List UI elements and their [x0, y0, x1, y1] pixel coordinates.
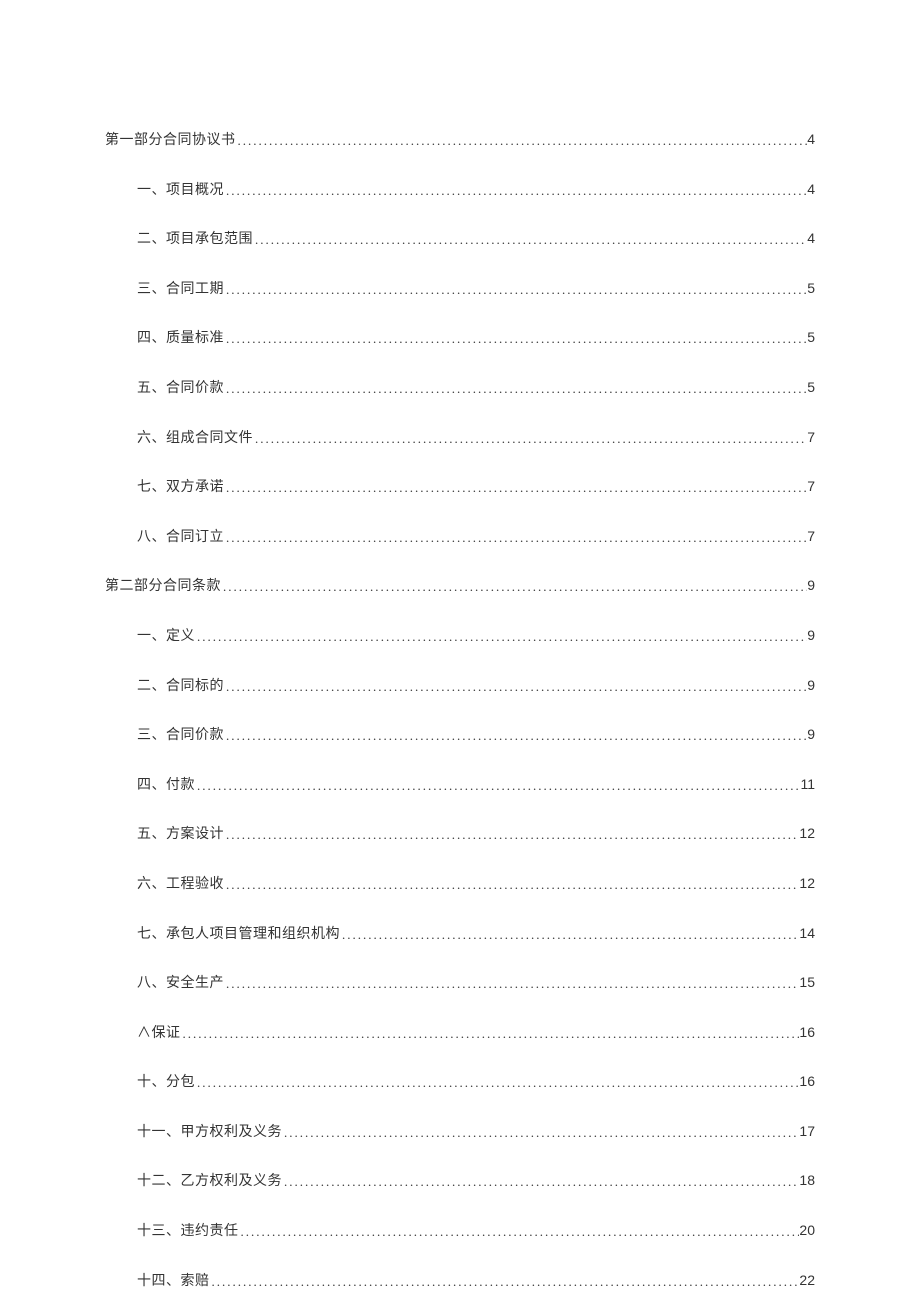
toc-leader-dots [224, 182, 807, 200]
toc-entry-page: 4 [807, 130, 815, 150]
toc-entry: 四、质量标准 5 [137, 328, 815, 349]
toc-leader-dots [224, 281, 807, 299]
toc-entry-label: 七、双方承诺 [137, 478, 224, 498]
toc-entry: 十三、违约责任 20 [137, 1221, 815, 1242]
toc-leader-dots [224, 529, 807, 547]
toc-entry-label: 六、工程验收 [137, 875, 224, 895]
toc-entry: 十四、索赔 22 [137, 1271, 815, 1292]
toc-entry: 八、安全生产 15 [137, 973, 815, 994]
toc-entry-label: 十二、乙方权利及义务 [137, 1172, 282, 1192]
toc-entry-label: 十三、违约责任 [137, 1222, 239, 1242]
toc-entry-page: 12 [799, 824, 815, 844]
toc-leader-dots [195, 628, 807, 646]
toc-leader-dots [224, 330, 807, 348]
toc-entry: 五、方案设计 12 [137, 824, 815, 845]
toc-entry-label: 二、项目承包范围 [137, 230, 253, 250]
table-of-contents: 第一部分合同协议书 4 一、项目概况 4 二、项目承包范围 4 三、合同工期 5 四、质量标准 5… [105, 130, 815, 1291]
toc-entry-label: 十四、索赔 [137, 1272, 210, 1292]
toc-entry-page: 16 [799, 1072, 815, 1092]
toc-entry: 第一部分合同协议书 4 [105, 130, 815, 151]
toc-entry-page: 12 [799, 874, 815, 894]
toc-entry-page: 5 [807, 378, 815, 398]
toc-entry: 四、付款 11 [137, 775, 815, 796]
toc-entry: 六、工程验收 12 [137, 874, 815, 895]
toc-entry-label: 七、承包人项目管理和组织机构 [137, 925, 340, 945]
toc-entry-page: 17 [799, 1122, 815, 1142]
toc-entry-page: 9 [807, 676, 815, 696]
toc-entry: ∧保证 16 [137, 1023, 815, 1044]
toc-leader-dots [224, 479, 807, 497]
toc-entry: 五、合同价款 5 [137, 378, 815, 399]
toc-entry-label: 一、定义 [137, 627, 195, 647]
toc-entry-page: 14 [799, 924, 815, 944]
toc-leader-dots [224, 876, 799, 894]
toc-entry-page: 4 [807, 229, 815, 249]
toc-entry: 三、合同工期 5 [137, 279, 815, 300]
toc-entry-page: 9 [807, 626, 815, 646]
toc-entry-page: 7 [807, 527, 815, 547]
toc-entry-page: 11 [800, 775, 815, 795]
toc-entry: 七、双方承诺 7 [137, 477, 815, 498]
toc-leader-dots [282, 1173, 799, 1191]
toc-entry-label: 第一部分合同协议书 [105, 131, 236, 151]
toc-leader-dots [210, 1273, 800, 1291]
toc-entry: 十一、甲方权利及义务 17 [137, 1122, 815, 1143]
toc-entry-label: 六、组成合同文件 [137, 429, 253, 449]
toc-entry-page: 22 [799, 1271, 815, 1291]
toc-leader-dots [224, 727, 807, 745]
toc-entry: 六、组成合同文件 7 [137, 428, 815, 449]
toc-entry-label: 四、付款 [137, 776, 195, 796]
toc-entry: 三、合同价款 9 [137, 725, 815, 746]
toc-entry: 十二、乙方权利及义务 18 [137, 1171, 815, 1192]
toc-leader-dots [253, 430, 807, 448]
toc-entry-label: 二、合同标的 [137, 677, 224, 697]
toc-entry-page: 20 [799, 1221, 815, 1241]
toc-entry-page: 7 [807, 477, 815, 497]
toc-entry: 十、分包 16 [137, 1072, 815, 1093]
toc-entry: 一、项目概况 4 [137, 180, 815, 201]
toc-leader-dots [224, 380, 807, 398]
toc-entry-page: 5 [807, 328, 815, 348]
toc-entry: 二、项目承包范围 4 [137, 229, 815, 250]
toc-entry-label: 五、合同价款 [137, 379, 224, 399]
toc-leader-dots [236, 132, 808, 150]
toc-entry-label: 八、安全生产 [137, 974, 224, 994]
toc-leader-dots [221, 578, 807, 596]
toc-entry-page: 15 [799, 973, 815, 993]
toc-leader-dots [195, 777, 800, 795]
toc-entry-label: 十、分包 [137, 1073, 195, 1093]
toc-entry-label: 第二部分合同条款 [105, 577, 221, 597]
toc-leader-dots [224, 678, 807, 696]
toc-entry: 一、定义 9 [137, 626, 815, 647]
toc-entry-page: 16 [799, 1023, 815, 1043]
toc-entry-label: 一、项目概况 [137, 181, 224, 201]
toc-entry-label: ∧保证 [137, 1024, 181, 1044]
toc-leader-dots [282, 1124, 799, 1142]
toc-entry-page: 5 [807, 279, 815, 299]
toc-entry-label: 十一、甲方权利及义务 [137, 1123, 282, 1143]
toc-leader-dots [239, 1223, 800, 1241]
toc-entry: 八、合同订立 7 [137, 527, 815, 548]
toc-entry-label: 三、合同价款 [137, 726, 224, 746]
toc-entry-page: 4 [807, 180, 815, 200]
toc-leader-dots [224, 975, 799, 993]
toc-leader-dots [181, 1025, 800, 1043]
toc-entry: 二、合同标的 9 [137, 676, 815, 697]
toc-leader-dots [195, 1074, 799, 1092]
toc-entry: 七、承包人项目管理和组织机构 14 [137, 924, 815, 945]
toc-entry-label: 三、合同工期 [137, 280, 224, 300]
toc-entry-page: 7 [807, 428, 815, 448]
toc-entry-label: 四、质量标准 [137, 329, 224, 349]
toc-entry-label: 八、合同订立 [137, 528, 224, 548]
toc-leader-dots [340, 926, 799, 944]
toc-entry-label: 五、方案设计 [137, 825, 224, 845]
toc-entry-page: 9 [807, 725, 815, 745]
toc-leader-dots [253, 231, 807, 249]
toc-entry-page: 9 [807, 576, 815, 596]
toc-entry: 第二部分合同条款 9 [105, 576, 815, 597]
toc-leader-dots [224, 826, 799, 844]
toc-entry-page: 18 [799, 1171, 815, 1191]
